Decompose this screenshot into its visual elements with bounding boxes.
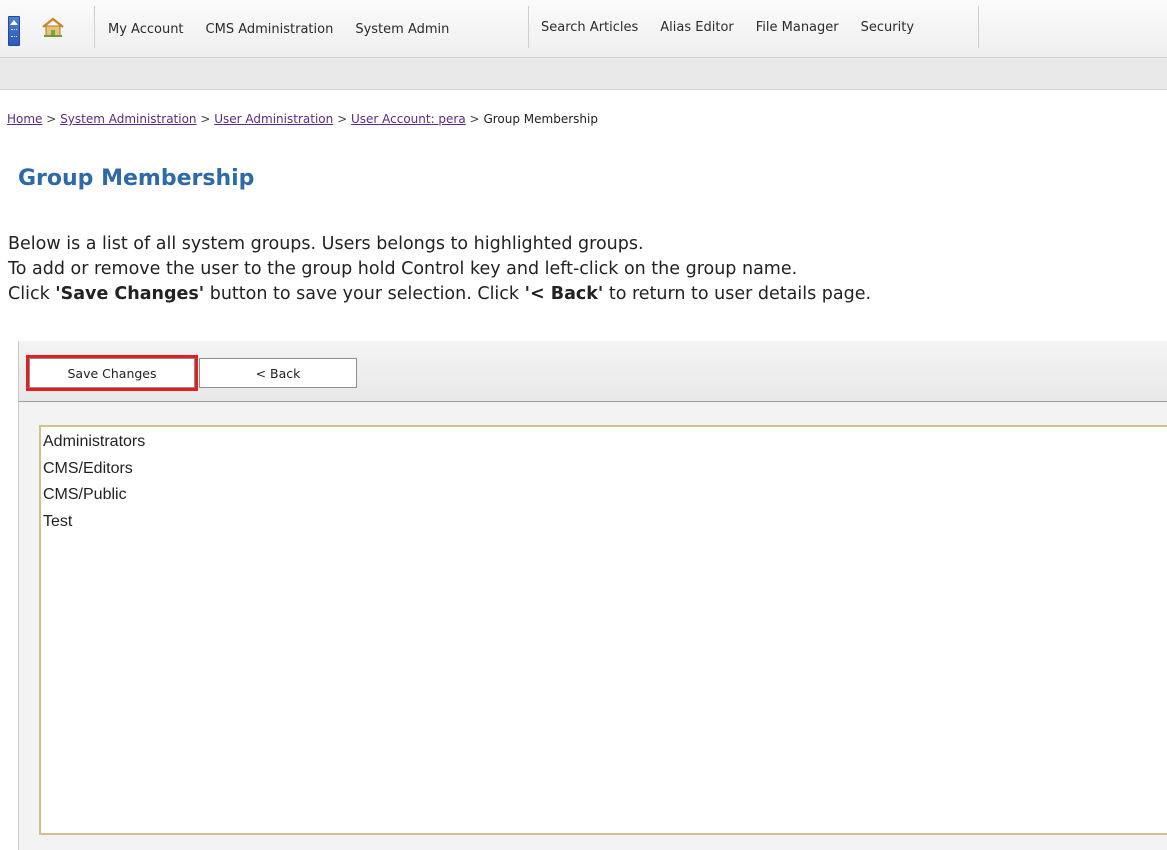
breadcrumb-separator: > <box>337 112 348 126</box>
group-option-administrators[interactable]: Administrators <box>43 429 1166 456</box>
instruction-line-2: To add or remove the user to the group h… <box>8 259 798 279</box>
collapse-up-arrow-icon <box>10 20 18 25</box>
groups-listbox[interactable]: Administrators CMS/Editors CMS/Public Te… <box>39 425 1167 835</box>
grip-icon <box>11 29 17 37</box>
instruction-line-1: Below is a list of all system groups. Us… <box>8 234 644 254</box>
breadcrumb: Home > System Administration > User Admi… <box>7 112 598 126</box>
nav-alias-editor[interactable]: Alias Editor <box>660 20 733 35</box>
nav-system-admin[interactable]: System Admin <box>355 22 449 37</box>
collapse-toggle[interactable] <box>8 16 20 46</box>
instruction-text: Click <box>8 284 56 304</box>
save-changes-reference: 'Save Changes' <box>55 284 205 304</box>
group-option-cms-editors[interactable]: CMS/Editors <box>43 456 1166 483</box>
instruction-line-3: Click 'Save Changes' button to save your… <box>8 282 871 307</box>
nav-cms-administration[interactable]: CMS Administration <box>206 22 334 37</box>
breadcrumb-separator: > <box>200 112 211 126</box>
group-option-cms-public[interactable]: CMS/Public <box>43 482 1166 509</box>
save-changes-button[interactable]: Save Changes <box>26 355 198 391</box>
nav-security[interactable]: Security <box>861 20 914 35</box>
breadcrumb-separator: > <box>469 112 480 126</box>
breadcrumb-system-administration[interactable]: System Administration <box>60 112 196 126</box>
breadcrumb-user-account[interactable]: User Account: pera <box>351 112 466 126</box>
breadcrumb-separator: > <box>46 112 57 126</box>
group-membership-panel: Save Changes < Back Administrators CMS/E… <box>18 341 1167 850</box>
breadcrumb-home[interactable]: Home <box>7 112 42 126</box>
home-button[interactable] <box>29 6 95 48</box>
breadcrumb-current: Group Membership <box>483 112 598 126</box>
nav-file-manager[interactable]: File Manager <box>756 20 839 35</box>
group-option-test[interactable]: Test <box>43 509 1166 536</box>
breadcrumb-user-administration[interactable]: User Administration <box>214 112 333 126</box>
instruction-text: to return to user details page. <box>603 284 872 304</box>
instructions-text: Below is a list of all system groups. Us… <box>8 232 871 307</box>
secondary-nav: Search Articles Alias Editor File Manage… <box>528 6 928 48</box>
back-button[interactable]: < Back <box>199 358 357 388</box>
sub-toolbar-strip <box>0 58 1167 90</box>
instruction-text: button to save your selection. Click <box>204 284 525 304</box>
home-icon <box>42 17 64 37</box>
page-title: Group Membership <box>18 166 255 191</box>
top-navigation-bar: My Account CMS Administration System Adm… <box>0 0 1167 58</box>
nav-search-articles[interactable]: Search Articles <box>541 20 638 35</box>
nav-divider <box>978 6 979 48</box>
primary-nav: My Account CMS Administration System Adm… <box>108 8 463 50</box>
back-reference: '< Back' <box>524 284 604 304</box>
nav-my-account[interactable]: My Account <box>108 22 184 37</box>
action-toolbar: Save Changes < Back <box>19 341 1167 402</box>
